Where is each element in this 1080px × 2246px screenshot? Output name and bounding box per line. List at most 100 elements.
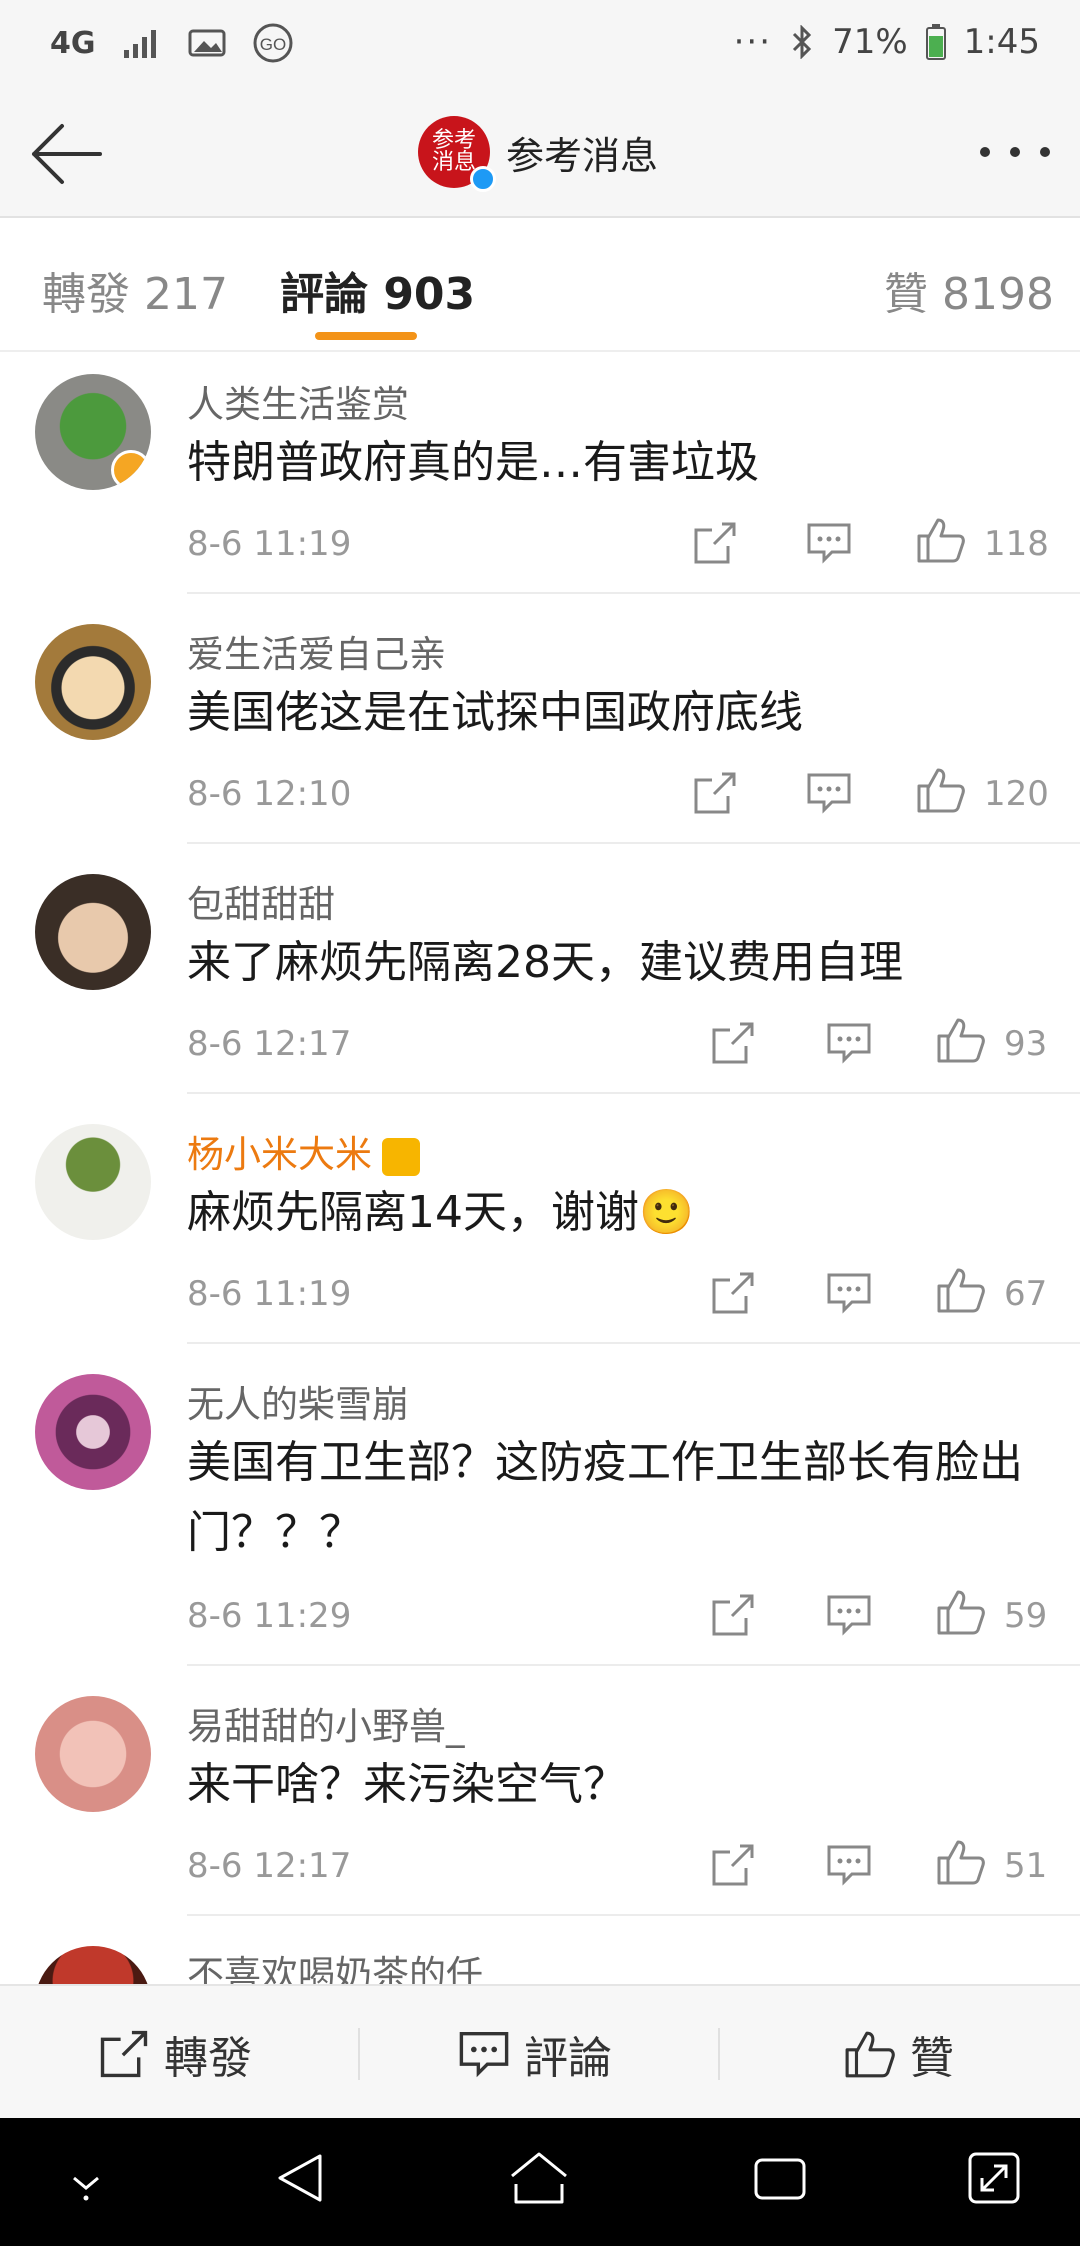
reply-icon[interactable] — [826, 1594, 872, 1640]
image-icon — [188, 28, 226, 58]
vip-crown-icon — [382, 1137, 420, 1176]
divider — [718, 2028, 720, 2080]
battery-icon — [925, 24, 946, 60]
like-count: 93 — [1004, 1024, 1048, 1064]
avatar[interactable] — [35, 374, 151, 490]
comment-text: 美国佬这是在试探中国政府底线 — [187, 687, 803, 738]
comment-icon — [459, 2031, 509, 2078]
commenter-name[interactable]: 包甜甜甜 — [187, 874, 335, 928]
repost-label: 轉發 — [164, 2033, 252, 2084]
commenter-name[interactable]: 爱生活爱自己亲 — [187, 624, 446, 678]
clock: 1:45 — [963, 22, 1040, 62]
comment-button[interactable]: 評論 — [458, 2022, 612, 2086]
network-type: 4G — [50, 25, 96, 61]
commenter-name-text: 杨小米大米 — [187, 1133, 372, 1176]
tab-repost[interactable]: 轉發 217 — [42, 258, 228, 322]
avatar[interactable] — [35, 1946, 151, 1984]
repost-icon — [100, 2030, 148, 2078]
reply-icon[interactable] — [826, 1844, 872, 1890]
account-logo: 参考消息 — [418, 116, 496, 192]
like-count: 51 — [1004, 1846, 1048, 1886]
logo-text: 参考消息 — [431, 128, 476, 175]
comment-text: 麻烦先隔离14天，谢谢🙂 — [187, 1187, 694, 1238]
comment-item: 包甜甜甜 来了麻烦先隔离28天，建议费用自理 8-6 12:17 93 — [0, 852, 1080, 1102]
verified-badge-icon — [470, 166, 496, 192]
share-icon[interactable] — [692, 770, 738, 820]
like-icon[interactable] — [936, 1838, 986, 1890]
like-icon[interactable] — [936, 1016, 986, 1068]
tab-comments[interactable]: 評論 903 — [280, 258, 475, 322]
share-icon[interactable] — [710, 1270, 756, 1320]
commenter-name[interactable]: 无人的柴雪崩 — [187, 1374, 409, 1428]
reply-icon[interactable] — [806, 522, 852, 568]
nav-bar: 参考消息 参考消息 — [0, 90, 1080, 218]
back-nav-icon[interactable] — [274, 2150, 326, 2210]
like-icon[interactable] — [916, 766, 966, 818]
comment-item: 人类生活鉴赏 特朗普政府真的是…有害垃圾 8-6 11:19 118 — [0, 352, 1080, 602]
divider — [187, 1092, 1080, 1094]
home-nav-icon[interactable] — [508, 2150, 570, 2210]
comment-item: 爱生活爱自己亲 美国佬这是在试探中国政府底线 8-6 12:10 120 — [0, 602, 1080, 852]
status-bar: 4G GO ··· 71% 1:45 — [0, 0, 1080, 90]
share-icon[interactable] — [710, 1020, 756, 1070]
share-icon[interactable] — [710, 1592, 756, 1642]
system-navigation-bar — [0, 2118, 1080, 2246]
like-count: 118 — [984, 524, 1049, 564]
like-button[interactable]: 贊 — [844, 2022, 954, 2086]
account-header[interactable]: 参考消息 参考消息 — [418, 116, 659, 192]
comment-time: 8-6 12:10 — [187, 774, 352, 814]
avatar[interactable] — [35, 874, 151, 990]
share-icon[interactable] — [710, 1842, 756, 1892]
like-count: 59 — [1004, 1596, 1048, 1636]
divider — [187, 1664, 1080, 1666]
commenter-name[interactable]: 人类生活鉴赏 — [187, 374, 409, 428]
avatar[interactable] — [35, 624, 151, 740]
like-icon[interactable] — [936, 1588, 986, 1640]
like-icon[interactable] — [916, 516, 966, 568]
avatar[interactable] — [35, 1696, 151, 1812]
comment-item: 杨小米大米 麻烦先隔离14天，谢谢🙂 8-6 11:19 67 — [0, 1102, 1080, 1352]
battery-percent: 71% — [832, 22, 908, 62]
expand-icon[interactable] — [966, 2150, 1022, 2210]
go-icon: GO — [252, 22, 294, 64]
commenter-name[interactable]: 易甜甜的小野兽_ — [187, 1696, 465, 1750]
divider — [187, 1342, 1080, 1344]
comment-item: 不喜欢喝奶茶的任 — [0, 1924, 1080, 1984]
like-icon — [845, 2031, 895, 2078]
reply-icon[interactable] — [826, 1272, 872, 1318]
commenter-name[interactable]: 杨小米大米 — [187, 1124, 420, 1178]
reply-icon[interactable] — [806, 772, 852, 818]
divider — [187, 592, 1080, 594]
comment-time: 8-6 11:29 — [187, 1596, 352, 1636]
bottom-action-bar: 轉發 評論 贊 — [0, 1984, 1080, 2118]
comment-text: 美国有卫生部？这防疫工作卫生部长有脸出门？？？ — [187, 1437, 1023, 1558]
more-options-icon[interactable] — [980, 140, 1050, 164]
recent-apps-icon[interactable] — [752, 2150, 808, 2210]
active-tab-indicator — [315, 332, 417, 340]
reply-icon[interactable] — [826, 1022, 872, 1068]
comment-text: 来干啥？来污染空气？ — [187, 1759, 627, 1810]
avatar[interactable] — [35, 1124, 151, 1240]
svg-text:GO: GO — [259, 35, 285, 54]
share-icon[interactable] — [692, 520, 738, 570]
comment-item: 无人的柴雪崩 美国有卫生部？这防疫工作卫生部长有脸出门？？？ 8-6 11:29… — [0, 1352, 1080, 1674]
comment-time: 8-6 11:19 — [187, 524, 352, 564]
like-label: 贊 — [910, 2033, 954, 2084]
divider — [187, 1914, 1080, 1916]
avatar[interactable] — [35, 1374, 151, 1490]
bluetooth-icon — [790, 25, 814, 59]
back-arrow-icon[interactable] — [28, 120, 104, 188]
divider — [358, 2028, 360, 2080]
tab-likes[interactable]: 贊 8198 — [884, 258, 1054, 322]
hide-keyboard-icon[interactable] — [66, 2164, 106, 2208]
account-name: 参考消息 — [506, 133, 659, 178]
comment-text: 来了麻烦先隔离28天，建议费用自理 — [187, 937, 903, 988]
commenter-name[interactable]: 不喜欢喝奶茶的任 — [187, 1944, 483, 1984]
comment-text: 特朗普政府真的是…有害垃圾 — [187, 437, 759, 488]
like-icon[interactable] — [936, 1266, 986, 1318]
comment-list[interactable]: 人类生活鉴赏 特朗普政府真的是…有害垃圾 8-6 11:19 118 爱生活爱自… — [0, 352, 1080, 1984]
repost-button[interactable]: 轉發 — [98, 2022, 252, 2086]
comment-label: 評論 — [524, 2033, 612, 2084]
more-status-icon: ··· — [733, 22, 773, 62]
tab-bar: 轉發 217 評論 903 贊 8198 — [0, 218, 1080, 352]
